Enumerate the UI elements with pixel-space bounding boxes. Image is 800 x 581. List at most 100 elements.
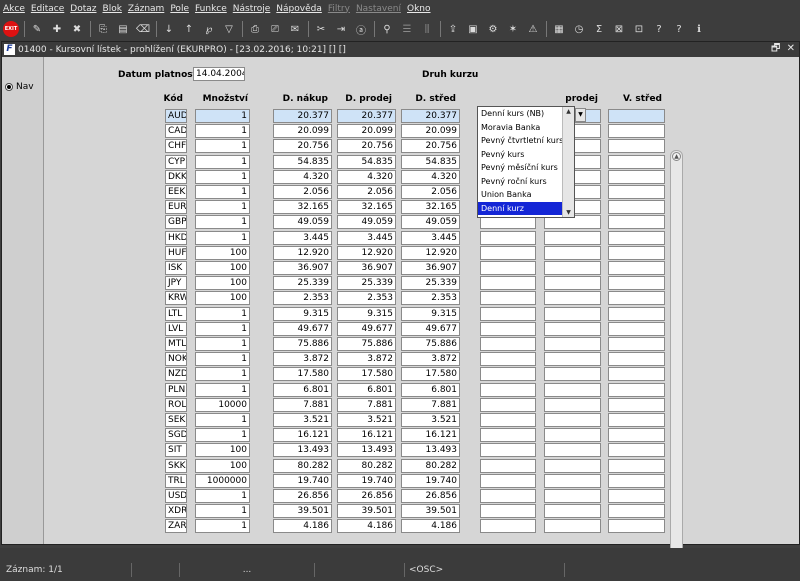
cell-empty[interactable] (608, 504, 665, 519)
cell-nakup[interactable]: 54.835 (273, 154, 332, 169)
close-icon[interactable]: ✕ (787, 43, 795, 54)
cell-stred[interactable]: 75.886 (401, 337, 460, 351)
cell-stred[interactable]: 20.099 (401, 124, 460, 139)
cell-kod[interactable]: EEK (165, 185, 187, 199)
cell-stred[interactable]: 49.059 (401, 215, 460, 230)
sum-icon[interactable]: Σ (591, 21, 607, 37)
cell-prodej[interactable]: 2.353 (337, 291, 396, 306)
menu-item[interactable]: Záznam (128, 4, 164, 14)
cell-empty[interactable] (608, 473, 665, 488)
dropdown-option[interactable]: Pevný kurs (478, 148, 574, 162)
cell-stred[interactable]: 13.493 (401, 443, 460, 458)
cell-kod[interactable]: CYP (165, 154, 187, 169)
cell-prodej[interactable]: 16.121 (337, 428, 396, 443)
cell-kod[interactable]: AUD (165, 109, 187, 123)
cell-stred[interactable]: 16.121 (401, 428, 460, 443)
cell-nakup[interactable]: 20.756 (273, 139, 332, 154)
cell-empty[interactable] (480, 245, 536, 260)
cell-empty[interactable] (480, 276, 536, 291)
cell-nakup[interactable]: 26.856 (273, 489, 332, 503)
druh-kurzu-dropdown-list[interactable]: Denní kurs (NB) Moravia Banka Pevný čtvrtl… (477, 106, 575, 218)
cell-empty[interactable] (608, 428, 665, 443)
import-icon[interactable]: ▣ (465, 21, 481, 37)
cell-nakup[interactable]: 7.881 (273, 397, 332, 412)
cell-nakup[interactable]: 32.165 (273, 200, 332, 215)
cell-kod[interactable]: NOK (165, 352, 187, 367)
cell-mnozstvi[interactable]: 1 (195, 489, 250, 503)
sort-desc-icon[interactable]: ↑ (181, 21, 197, 37)
cell-mnozstvi[interactable]: 1 (195, 428, 250, 443)
cell-mnozstvi[interactable]: 1 (195, 154, 250, 169)
cell-empty[interactable] (480, 337, 536, 351)
cell-prodej[interactable]: 49.677 (337, 321, 396, 336)
cell-kod[interactable]: ISK (165, 261, 187, 275)
cell-stred[interactable]: 49.677 (401, 321, 460, 336)
cell-nakup[interactable]: 20.099 (273, 124, 332, 139)
cell-prodej[interactable]: 80.282 (337, 458, 396, 473)
cell-empty[interactable] (608, 352, 665, 367)
cell-kod[interactable]: MTL (165, 337, 187, 351)
cell-empty[interactable] (480, 458, 536, 473)
cell-stred[interactable]: 20.756 (401, 139, 460, 154)
lookup-icon[interactable]: ⚲ (379, 21, 395, 37)
cell-nakup[interactable]: 6.801 (273, 382, 332, 397)
cell-empty[interactable] (480, 382, 536, 397)
email-icon[interactable]: ✉ (287, 21, 303, 37)
cell-stred[interactable]: 4.186 (401, 519, 460, 534)
cell-empty[interactable] (608, 306, 665, 321)
cell-empty[interactable] (480, 352, 536, 367)
filter-icon[interactable]: ℘ (201, 21, 217, 37)
cell-kod[interactable]: ZAR (165, 519, 187, 534)
radio-icon[interactable] (5, 83, 13, 91)
cell-mnozstvi[interactable]: 100 (195, 291, 250, 306)
cell-empty[interactable] (544, 367, 601, 382)
menu-item[interactable]: Nastavení (356, 4, 401, 14)
cell-kod[interactable]: CAD (165, 124, 187, 139)
cell-empty[interactable] (608, 124, 665, 139)
cell-nakup[interactable]: 9.315 (273, 306, 332, 321)
cell-kod[interactable]: LVL (165, 321, 187, 336)
cell-nakup[interactable]: 75.886 (273, 337, 332, 351)
cell-empty[interactable] (608, 489, 665, 503)
cell-prodej[interactable]: 3.872 (337, 352, 396, 367)
dropdown-option[interactable]: Pevný roční kurs (478, 175, 574, 189)
cell-nakup[interactable]: 19.740 (273, 473, 332, 488)
menu-item[interactable]: Nástroje (233, 4, 271, 14)
cell-stred[interactable]: 32.165 (401, 200, 460, 215)
cell-mnozstvi[interactable]: 1 (195, 519, 250, 534)
cell-prodej[interactable]: 2.056 (337, 185, 396, 199)
cell-kod[interactable]: EUR (165, 200, 187, 215)
cell-empty[interactable] (608, 230, 665, 245)
cell-empty[interactable] (608, 154, 665, 169)
cell-prodej[interactable]: 6.801 (337, 382, 396, 397)
cell-nakup[interactable]: 3.521 (273, 413, 332, 427)
cell-kod[interactable]: PLN (165, 382, 187, 397)
cell-empty[interactable] (480, 261, 536, 275)
cell-empty[interactable] (480, 428, 536, 443)
cell-empty[interactable] (544, 276, 601, 291)
cell-kod[interactable]: NZD (165, 367, 187, 382)
cell-empty[interactable] (608, 443, 665, 458)
cell-empty[interactable] (608, 185, 665, 199)
cell-mnozstvi[interactable]: 1 (195, 367, 250, 382)
cell-empty[interactable] (544, 352, 601, 367)
cell-stred[interactable]: 3.872 (401, 352, 460, 367)
cell-stred[interactable]: 36.907 (401, 261, 460, 275)
cell-kod[interactable]: USD (165, 489, 187, 503)
cell-nakup[interactable]: 3.872 (273, 352, 332, 367)
cell-empty[interactable] (480, 413, 536, 427)
cell-empty[interactable] (608, 200, 665, 215)
cell-stred[interactable]: 6.801 (401, 382, 460, 397)
warning-icon[interactable]: ⚠ (525, 21, 541, 37)
cell-mnozstvi[interactable]: 1 (195, 413, 250, 427)
cell-empty[interactable] (608, 261, 665, 275)
cell-prodej[interactable]: 26.856 (337, 489, 396, 503)
menu-item[interactable]: Akce (3, 4, 25, 14)
cell-mnozstvi[interactable]: 10000 (195, 397, 250, 412)
cell-mnozstvi[interactable]: 1 (195, 337, 250, 351)
dropdown-scroll-down-icon[interactable]: ▼ (564, 208, 573, 217)
cell-empty[interactable] (544, 306, 601, 321)
cell-kod[interactable]: ROL (165, 397, 187, 412)
cell-empty[interactable] (608, 245, 665, 260)
cell-empty[interactable] (608, 291, 665, 306)
